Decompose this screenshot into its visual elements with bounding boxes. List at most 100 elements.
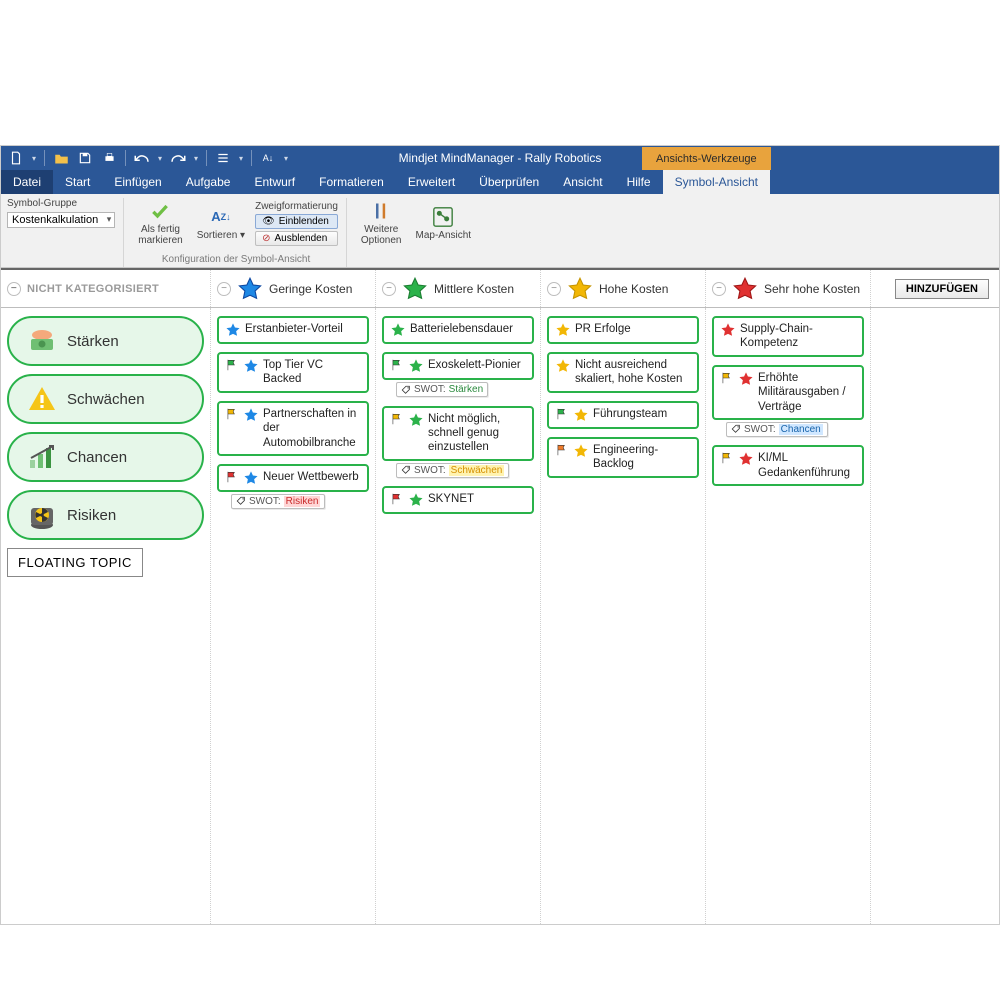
menu-task[interactable]: Aufgabe [174, 170, 243, 194]
menubar: Datei Start Einfügen Aufgabe Entwurf For… [1, 170, 999, 194]
menu-format[interactable]: Formatieren [307, 170, 396, 194]
flag-icon [225, 358, 239, 372]
star-icon [237, 276, 263, 302]
print-icon[interactable] [98, 148, 120, 168]
map-icon [432, 206, 454, 228]
card[interactable]: Nicht möglich, schnell genug einzustelle… [382, 406, 534, 461]
col-uncategorized: − NICHT KATEGORISIERT [1, 270, 211, 307]
category-risks[interactable]: Risiken [7, 490, 204, 540]
hide-button[interactable]: ⊘Ausblenden [255, 231, 338, 246]
category-opportunities[interactable]: Chancen [7, 432, 204, 482]
floating-topic[interactable]: FLOATING TOPIC [7, 548, 143, 577]
menu-start[interactable]: Start [53, 170, 102, 194]
open-folder-icon[interactable] [50, 148, 72, 168]
menu-help[interactable]: Hilfe [615, 170, 663, 194]
map-view-button[interactable]: Map-Ansicht [412, 204, 476, 243]
card[interactable]: Erhöhte Militärausgaben / Verträge [712, 365, 864, 420]
flag-icon [225, 470, 239, 484]
card[interactable]: Nicht ausreichend skaliert, hohe Kosten [547, 352, 699, 393]
star-icon [408, 492, 424, 508]
card[interactable]: PR Erfolge [547, 316, 699, 344]
menu-insert[interactable]: Einfügen [102, 170, 173, 194]
menu-view[interactable]: Ansicht [551, 170, 614, 194]
chevron-down-icon[interactable]: ▾ [155, 148, 165, 168]
star-icon [225, 322, 241, 338]
collapse-icon[interactable]: − [712, 282, 726, 296]
category-weaknesses[interactable]: Schwächen [7, 374, 204, 424]
star-icon [555, 358, 571, 374]
chevron-down-icon[interactable]: ▾ [236, 148, 246, 168]
flag-icon [225, 407, 239, 421]
star-icon [555, 322, 571, 338]
swot-tag[interactable]: SWOT: Risiken [231, 494, 325, 509]
money-icon [27, 326, 57, 356]
col-mid[interactable]: − Mittlere Kosten [376, 270, 541, 307]
collapse-icon[interactable]: − [547, 282, 561, 296]
swot-tag[interactable]: SWOT: Chancen [726, 422, 828, 437]
card[interactable]: Engineering-Backlog [547, 437, 699, 478]
swot-tag[interactable]: SWOT: Schwächen [396, 463, 509, 478]
flag-icon [720, 371, 734, 385]
chevron-down-icon[interactable]: ▾ [191, 148, 201, 168]
list-icon[interactable] [212, 148, 234, 168]
col-vhigh[interactable]: − Sehr hohe Kosten [706, 270, 871, 307]
menu-symbol-view[interactable]: Symbol-Ansicht [663, 170, 770, 194]
contextual-tab[interactable]: Ansichts-Werkzeuge [641, 146, 772, 170]
collapse-icon[interactable]: − [217, 282, 231, 296]
star-icon [390, 322, 406, 338]
ribbon: Symbol-Gruppe Kostenkalkulation Als fert… [1, 194, 999, 268]
col-low[interactable]: − Geringe Kosten [211, 270, 376, 307]
menu-file[interactable]: Datei [1, 170, 53, 194]
card[interactable]: Supply-Chain-Kompetenz [712, 316, 864, 357]
card[interactable]: Batterielebensdauer [382, 316, 534, 344]
ribbon-group-config: Als fertig markieren AZ↓ Sortieren ▾ Zwe… [134, 198, 347, 267]
eye-icon: 👁 [262, 216, 275, 227]
star-icon [567, 276, 593, 302]
new-file-icon[interactable] [5, 148, 27, 168]
window-title: Mindjet MindManager - Rally Robotics [399, 151, 602, 165]
star-icon [243, 470, 259, 486]
card[interactable]: Top Tier VC Backed [217, 352, 369, 393]
flag-icon [390, 492, 404, 506]
card[interactable]: Führungsteam [547, 401, 699, 429]
star-icon [573, 443, 589, 459]
chevron-down-icon[interactable]: ▾ [281, 148, 291, 168]
ribbon-group-caption: Konfiguration der Symbol-Ansicht [134, 254, 338, 267]
symbol-group-label: Symbol-Gruppe [7, 198, 115, 209]
undo-icon[interactable] [131, 148, 153, 168]
star-icon [408, 358, 424, 374]
collapse-icon[interactable]: − [7, 282, 21, 296]
card[interactable]: Erstanbieter-Vorteil [217, 316, 369, 344]
card[interactable]: Neuer Wettbewerb [217, 464, 369, 492]
redo-icon[interactable] [167, 148, 189, 168]
flag-icon [720, 451, 734, 465]
tag-icon [236, 496, 246, 506]
swot-tag[interactable]: SWOT: Stärken [396, 382, 488, 397]
star-icon [243, 358, 259, 374]
checkmark-icon [149, 200, 171, 222]
flag-icon [555, 407, 569, 421]
sort-button[interactable]: AZ↓ Sortieren ▾ [193, 204, 249, 243]
menu-design[interactable]: Entwurf [242, 170, 307, 194]
category-strengths[interactable]: Stärken [7, 316, 204, 366]
chart-up-icon [27, 442, 57, 472]
app-window: ▾ ▾ ▾ ▾ A↓ ▾ Mindjet MindManager - Rally… [0, 145, 1000, 925]
chevron-down-icon[interactable]: ▾ [29, 148, 39, 168]
tag-icon [401, 465, 411, 475]
card[interactable]: SKYNET [382, 486, 534, 514]
star-icon [738, 451, 754, 467]
save-icon[interactable] [74, 148, 96, 168]
symbol-group-select[interactable]: Kostenkalkulation [7, 212, 115, 228]
card[interactable]: KI/ML Gedankenführung [712, 445, 864, 486]
col-high[interactable]: − Hohe Kosten [541, 270, 706, 307]
sort-az-icon[interactable]: A↓ [257, 148, 279, 168]
add-column-button[interactable]: HINZUFÜGEN [895, 279, 989, 299]
menu-review[interactable]: Überprüfen [467, 170, 551, 194]
collapse-icon[interactable]: − [382, 282, 396, 296]
mark-done-button[interactable]: Als fertig markieren [134, 198, 186, 248]
menu-advanced[interactable]: Erweitert [396, 170, 467, 194]
show-button[interactable]: 👁Einblenden [255, 214, 338, 229]
more-options-button[interactable]: Weitere Optionen [357, 198, 406, 248]
card[interactable]: Exoskelett-Pionier [382, 352, 534, 380]
card[interactable]: Partnerschaften in der Automobilbranche [217, 401, 369, 456]
